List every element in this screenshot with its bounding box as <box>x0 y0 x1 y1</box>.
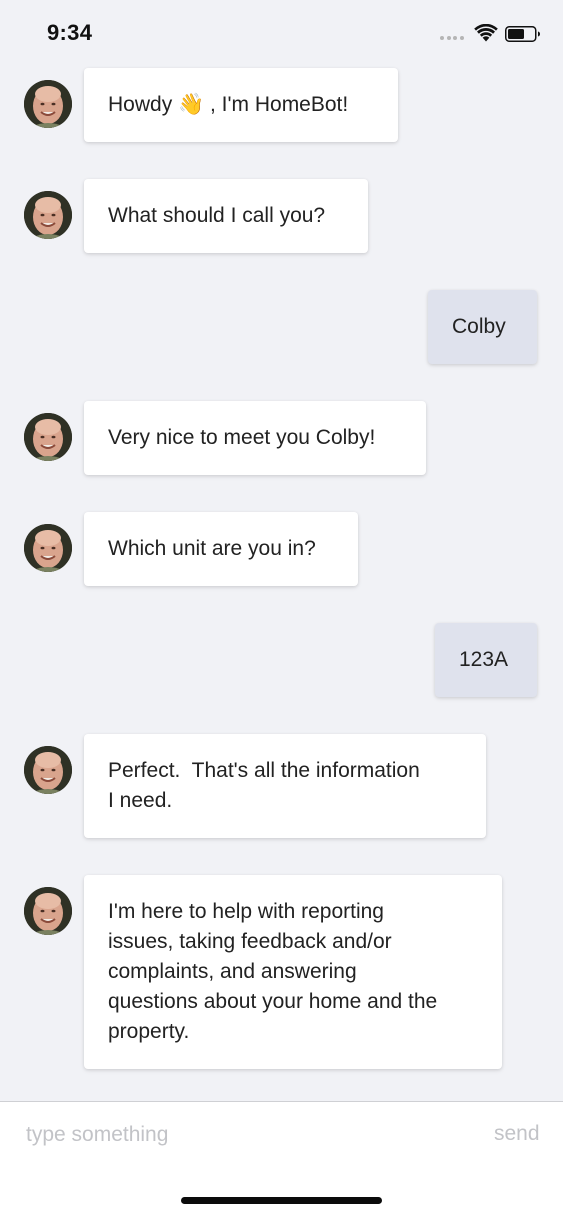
bot-avatar <box>24 80 72 128</box>
bot-message: Which unit are you in? <box>84 512 358 586</box>
bot-avatar <box>24 524 72 572</box>
bot-message: I'm here to help with reporting issues, … <box>84 875 502 1069</box>
bot-avatar-face-icon <box>24 887 72 935</box>
bot-avatar <box>24 746 72 794</box>
bot-avatar-face-icon <box>24 413 72 461</box>
bot-avatar <box>24 887 72 935</box>
home-indicator[interactable] <box>181 1197 382 1204</box>
bot-avatar <box>24 191 72 239</box>
chat-thread[interactable]: Howdy 👋 , I'm HomeBot! What should I cal… <box>0 0 563 1100</box>
user-message: 123A <box>435 623 537 697</box>
bot-message: Perfect. That's all the information I ne… <box>84 734 486 838</box>
send-button[interactable]: send <box>480 1122 550 1152</box>
bot-avatar-face-icon <box>24 524 72 572</box>
bot-avatar-face-icon <box>24 80 72 128</box>
message-input[interactable] <box>24 1118 448 1152</box>
user-message: Colby <box>428 290 537 364</box>
bot-avatar <box>24 413 72 461</box>
bot-avatar-face-icon <box>24 746 72 794</box>
bot-message: Very nice to meet you Colby! <box>84 401 426 475</box>
bot-message: Howdy 👋 , I'm HomeBot! <box>84 68 398 142</box>
bot-avatar-face-icon <box>24 191 72 239</box>
bot-message: What should I call you? <box>84 179 368 253</box>
